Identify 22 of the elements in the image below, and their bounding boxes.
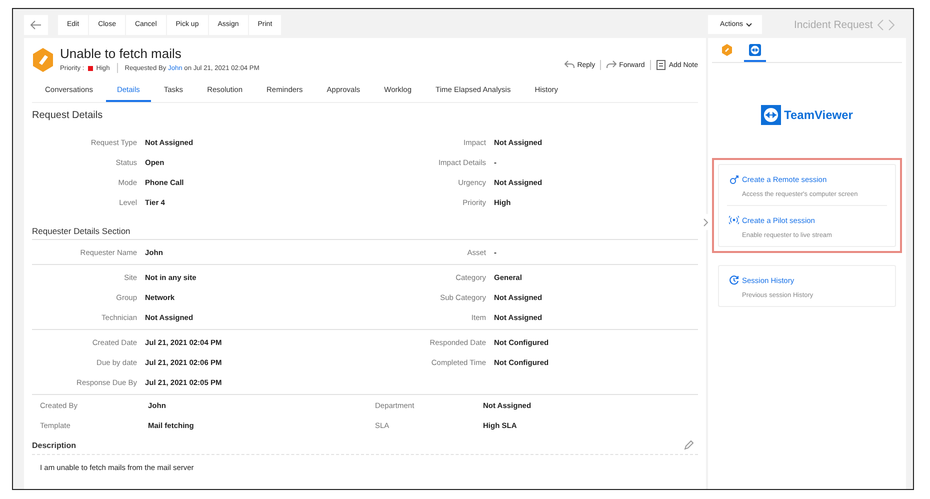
section-title: Request Details <box>32 109 104 123</box>
ticket-icon <box>721 44 733 56</box>
next-button[interactable] <box>888 18 895 30</box>
edit-icon[interactable] <box>684 440 694 450</box>
request-title: Unable to fetch mails <box>60 46 182 62</box>
previous-button[interactable] <box>876 18 884 30</box>
back-arrow-icon <box>30 20 42 30</box>
page-title: Incident Request <box>794 18 873 30</box>
priority-icon <box>88 66 94 70</box>
forward-arrow-icon <box>606 60 618 70</box>
section-title: Description <box>32 440 76 450</box>
reply-arrow-icon <box>564 60 576 70</box>
ticket-icon <box>32 48 54 72</box>
section-title: Requester Details Section <box>32 226 698 240</box>
history-icon <box>729 275 739 285</box>
logo: TeamViewer <box>761 105 853 125</box>
teamviewer-icon <box>749 44 761 56</box>
note-icon <box>656 60 667 70</box>
broadcast-icon <box>729 215 739 225</box>
side-tab[interactable] <box>744 43 766 62</box>
caret-icon <box>746 22 752 26</box>
back-button[interactable] <box>24 14 48 34</box>
